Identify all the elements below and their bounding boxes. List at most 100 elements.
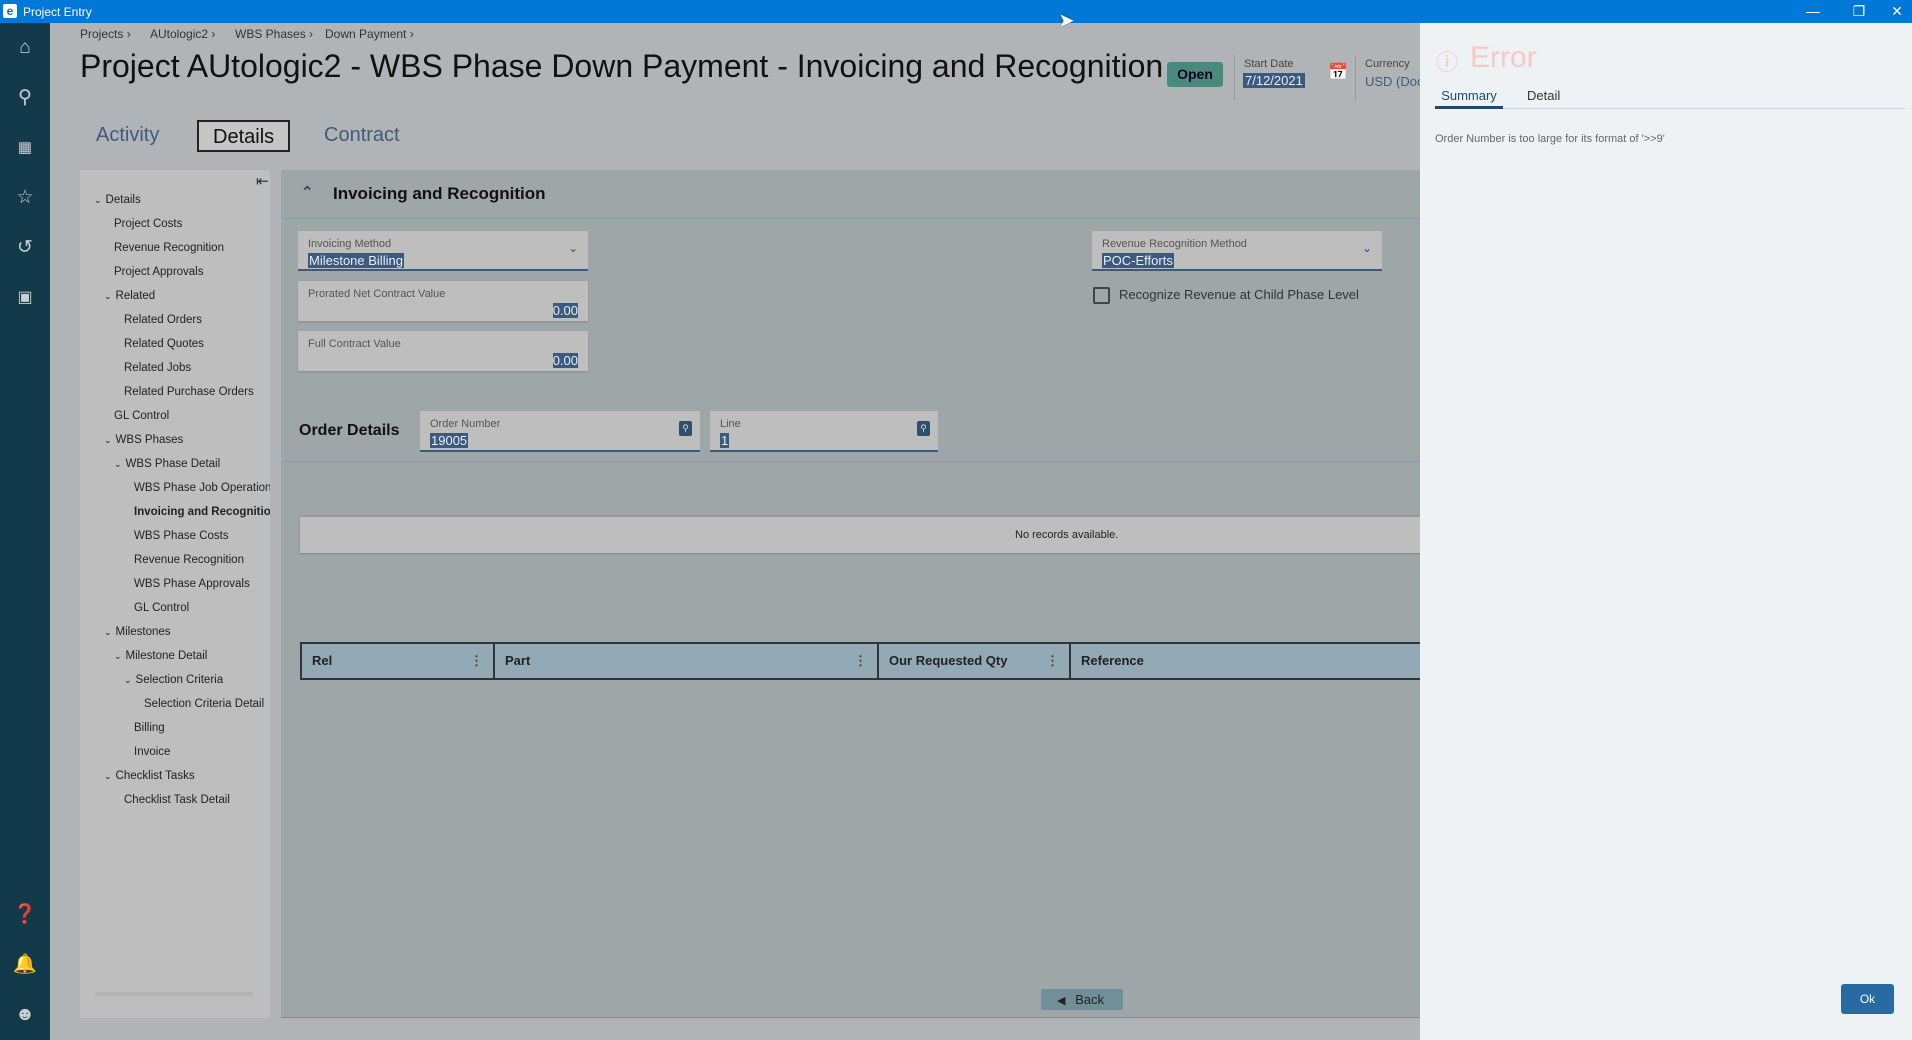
tree-item-label: WBS Phase Approvals [134, 578, 250, 590]
tree-item[interactable]: GL Control [134, 602, 189, 614]
tree-item[interactable]: Invoice [134, 746, 170, 758]
chevron-down-icon[interactable]: ⌄ [114, 651, 122, 661]
tree-item[interactable]: WBS Phase Job Operation [134, 482, 270, 494]
help-icon[interactable]: ❓ [13, 903, 37, 927]
home-icon[interactable]: ⌂ [13, 36, 37, 60]
page-title: Project AUtologic2 - WBS Phase Down Paym… [80, 48, 1164, 84]
collapse-panel-icon[interactable]: ⇤ [256, 172, 269, 190]
tree-item-label: Details [105, 194, 141, 206]
tree-item[interactable]: Billing [134, 722, 165, 734]
breadcrumb-wbs-phases[interactable]: WBS Phases › [235, 27, 313, 41]
tree-item[interactable]: ⌄ Details [94, 194, 141, 206]
tree-item[interactable]: Checklist Task Detail [124, 794, 230, 806]
field-label: Invoicing Method [308, 238, 392, 250]
start-date-label: Start Date [1244, 58, 1294, 70]
tree-item-label: Related Quotes [124, 338, 204, 350]
chevron-down-icon[interactable]: ⌄ [104, 435, 112, 445]
nav-rail: ⌂ ⚲ ▦ ☆ ↺ ▣ ❓ 🔔 ☻ [0, 23, 50, 1040]
column-menu-icon[interactable]: ⋮ [470, 644, 483, 678]
revenue-recognition-method-dropdown[interactable]: Revenue Recognition Method POC-Efforts ⌄ [1092, 231, 1382, 271]
restore-button[interactable]: ❐ [1836, 0, 1882, 23]
invoicing-method-dropdown[interactable]: Invoicing Method Milestone Billing ⌄ [298, 231, 588, 271]
tree-item-label: Milestones [115, 626, 171, 638]
column-label: Part [505, 653, 531, 668]
field-value: POC-Efforts [1102, 253, 1174, 268]
mouse-cursor-icon: ➤ [1058, 10, 1075, 32]
column-our-requested-qty[interactable]: Our Requested Qty ⋮ [879, 644, 1071, 678]
search-icon[interactable]: ⚲ [13, 86, 37, 110]
column-menu-icon[interactable]: ⋮ [1046, 644, 1059, 678]
tree-item-label: GL Control [134, 602, 190, 614]
order-details-title: Order Details [299, 422, 400, 439]
ok-button[interactable]: Ok [1841, 984, 1894, 1014]
tree-item[interactable]: WBS Phase Costs [134, 530, 229, 542]
star-icon[interactable]: ☆ [13, 186, 37, 210]
column-reference[interactable]: Reference [1071, 644, 1431, 678]
chevron-down-icon[interactable]: ⌄ [104, 627, 112, 637]
calendar-icon[interactable]: 📅 [1328, 62, 1348, 82]
tree-item[interactable]: WBS Phase Approvals [134, 578, 250, 590]
tree-item-label: Revenue Recognition [114, 242, 224, 254]
tree-item[interactable]: ⌄ Milestones [104, 626, 171, 638]
tree-item[interactable]: ⌄ Selection Criteria [124, 674, 223, 686]
tree-item[interactable]: Related Jobs [124, 362, 191, 374]
tree-item-label: Related Jobs [124, 362, 192, 374]
child-phase-checkbox[interactable] [1093, 287, 1110, 304]
bell-icon[interactable]: 🔔 [13, 953, 37, 977]
tab-summary[interactable]: Summary [1435, 88, 1503, 109]
tree-item[interactable]: GL Control [114, 410, 169, 422]
chevron-down-icon[interactable]: ⌄ [124, 675, 132, 685]
tree-item[interactable]: Related Purchase Orders [124, 386, 254, 398]
tree-item-label: Checklist Task Detail [124, 794, 230, 806]
search-icon[interactable]: ⚲ [679, 421, 692, 436]
breadcrumb-projects[interactable]: Projects › [80, 27, 131, 41]
tree-item[interactable]: ⌄ Checklist Tasks [104, 770, 195, 782]
column-part[interactable]: Part ⋮ [495, 644, 879, 678]
apps-icon[interactable]: ▦ [13, 136, 37, 160]
tree-item[interactable]: Project Costs [114, 218, 182, 230]
empty-message: No records available. [1015, 529, 1119, 541]
minimize-button[interactable]: — [1790, 0, 1836, 23]
history-icon[interactable]: ↺ [13, 236, 37, 260]
tree-item[interactable]: Project Approvals [114, 266, 204, 278]
breadcrumb-project[interactable]: AUtologic2 › [150, 27, 215, 41]
tree-item[interactable]: Related Quotes [124, 338, 204, 350]
start-date-value[interactable]: 7/12/2021 [1243, 73, 1305, 88]
chevron-down-icon[interactable]: ⌄ [104, 291, 112, 301]
tab-activity[interactable]: Activity [82, 120, 173, 152]
tree-item[interactable]: Revenue Recognition [134, 554, 244, 566]
line-field[interactable]: Line 1 ⚲ [710, 411, 938, 452]
tab-details[interactable]: Details [197, 120, 291, 152]
breadcrumb-down-payment[interactable]: Down Payment › [325, 27, 414, 41]
chevron-down-icon[interactable]: ⌄ [94, 195, 102, 205]
tree-item[interactable]: Related Orders [124, 314, 202, 326]
user-icon[interactable]: ☻ [13, 1003, 37, 1027]
search-icon[interactable]: ⚲ [917, 421, 930, 436]
tree-scrollbar[interactable] [95, 992, 253, 996]
back-arrow-icon: ◀ [1057, 995, 1066, 1007]
tab-contract[interactable]: Contract [310, 120, 414, 152]
column-rel[interactable]: Rel ⋮ [302, 644, 495, 678]
tree-item[interactable]: ⌄ WBS Phases [104, 434, 183, 446]
tree-item[interactable]: ⌄ WBS Phase Detail [114, 458, 220, 470]
tab-detail[interactable]: Detail [1527, 88, 1560, 103]
tree-item-label: Milestone Detail [125, 650, 208, 662]
tree-item-label: Related [115, 290, 156, 302]
order-number-field[interactable]: Order Number 19005 ⚲ [420, 411, 700, 452]
tree-item[interactable]: Revenue Recognition [114, 242, 224, 254]
close-button[interactable]: ✕ [1882, 0, 1912, 23]
tree-item-label: WBS Phases [115, 434, 184, 446]
dashboard-icon[interactable]: ▣ [13, 286, 37, 310]
tree-item[interactable]: ⌄ Milestone Detail [114, 650, 207, 662]
tree-item-label: Invoice [134, 746, 171, 758]
back-button[interactable]: ◀ Back [1041, 989, 1123, 1010]
tree-item[interactable]: ⌄ Related [104, 290, 155, 302]
tree-item[interactable]: Selection Criteria Detail [144, 698, 264, 710]
tree-item[interactable]: Invoicing and Recognition [134, 506, 270, 518]
title-bar: e Project Entry — ❐ ✕ [0, 0, 1912, 23]
collapse-section-icon[interactable]: ⌃ [301, 183, 314, 201]
column-label: Rel [312, 653, 333, 668]
column-menu-icon[interactable]: ⋮ [854, 644, 867, 678]
chevron-down-icon[interactable]: ⌄ [104, 771, 112, 781]
chevron-down-icon[interactable]: ⌄ [114, 459, 122, 469]
